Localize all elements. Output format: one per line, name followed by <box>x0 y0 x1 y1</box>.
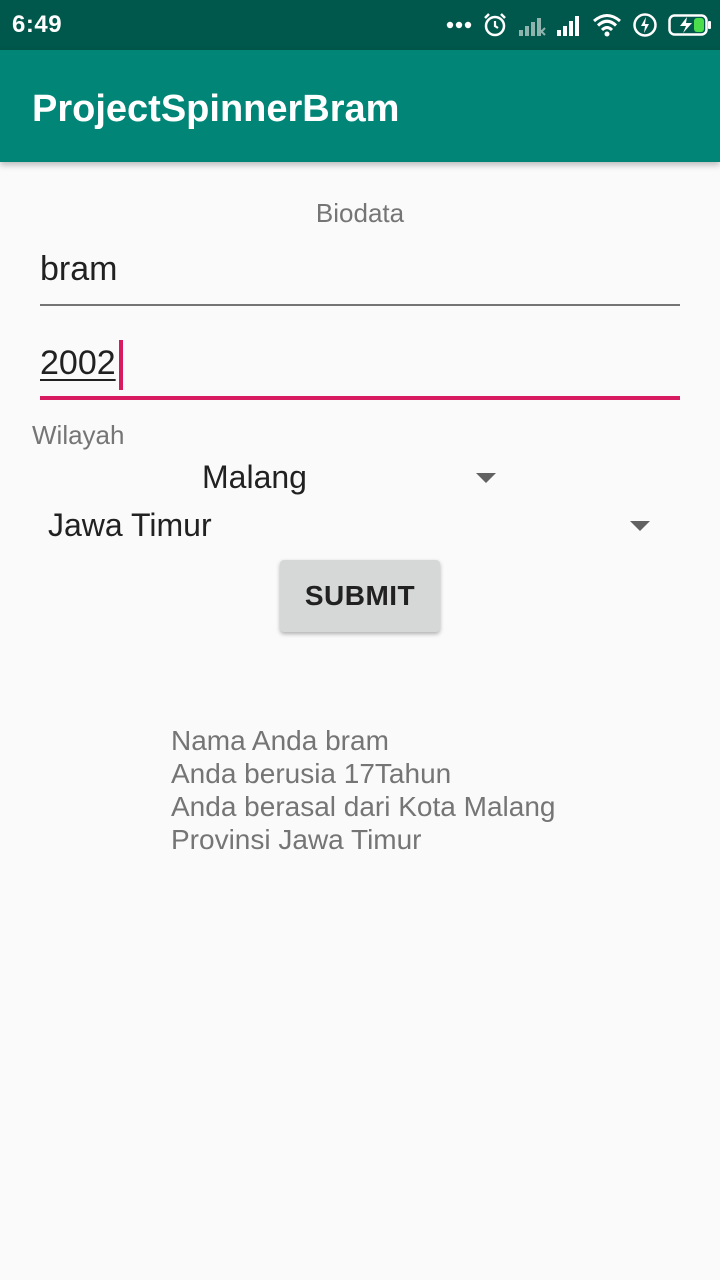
app-bar: ProjectSpinnerBram <box>0 50 720 162</box>
signal-icon <box>556 14 582 36</box>
signal-weak-icon <box>518 14 546 36</box>
name-field-underline <box>40 304 680 306</box>
province-spinner[interactable]: Jawa Timur <box>36 500 666 550</box>
submit-button[interactable]: SUBMIT <box>280 560 440 632</box>
birth-year-field-value: 2002 <box>40 344 116 382</box>
biodata-heading: Biodata <box>315 198 405 228</box>
name-field[interactable]: bram <box>40 248 680 306</box>
province-spinner-value: Jawa Timur <box>48 507 212 543</box>
chevron-down-icon <box>476 473 496 483</box>
name-field-value: bram <box>40 250 118 288</box>
result-text: Nama Anda bram Anda berusia 17Tahun Anda… <box>171 724 555 856</box>
birth-year-field-underline <box>40 396 680 400</box>
status-time: 6:49 <box>12 11 63 38</box>
status-bar: 6:49 <box>0 0 720 50</box>
result-line: Anda berasal dari Kota Malang <box>171 791 556 822</box>
more-dots-icon <box>446 21 472 29</box>
status-icons <box>446 10 712 40</box>
result-line: Nama Anda bram <box>171 725 389 756</box>
chevron-down-icon <box>630 521 650 531</box>
city-spinner-value: Malang <box>202 459 307 495</box>
birth-year-field[interactable]: 2002 <box>40 340 680 400</box>
app-title: ProjectSpinnerBram <box>32 88 400 130</box>
battery-charging-icon <box>668 13 712 37</box>
region-label: Wilayah <box>32 420 125 450</box>
alarm-icon <box>482 12 508 38</box>
result-line: Anda berusia 17Tahun <box>171 758 452 789</box>
text-cursor <box>119 340 123 390</box>
city-spinner[interactable]: Malang <box>190 452 510 502</box>
result-line: Provinsi Jawa Timur <box>171 824 422 855</box>
data-saver-icon <box>632 12 658 38</box>
wifi-icon <box>592 13 622 37</box>
